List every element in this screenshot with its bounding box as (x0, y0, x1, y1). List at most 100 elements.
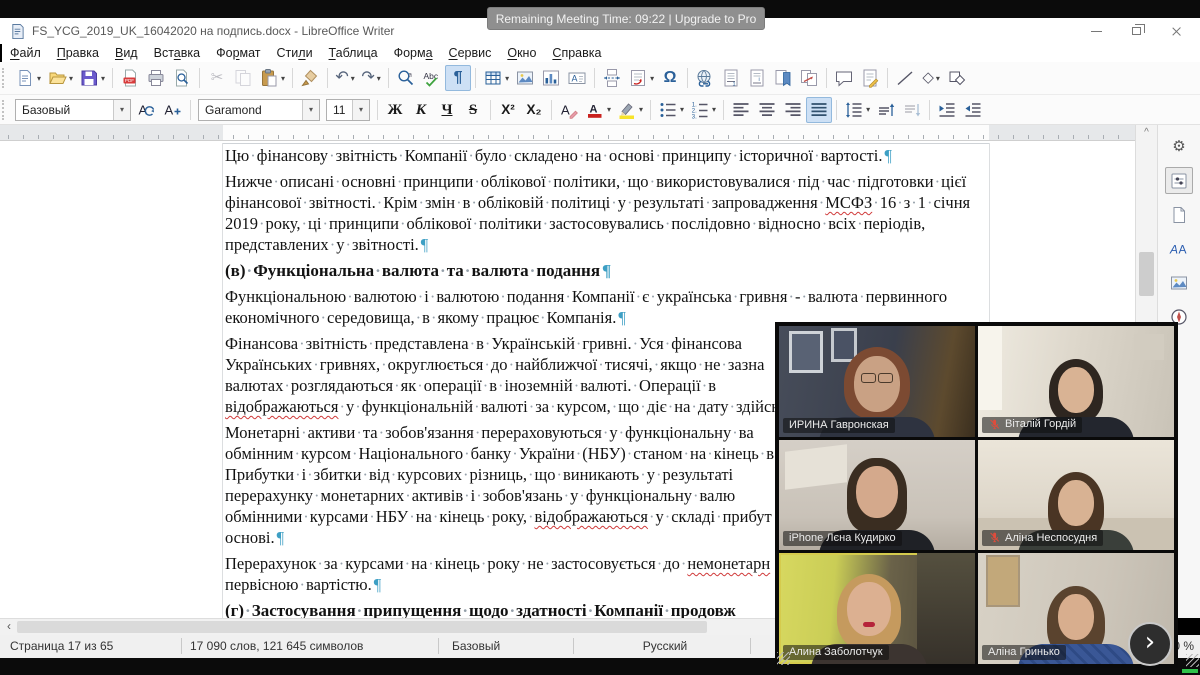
menu-Таблица[interactable]: Таблица (321, 45, 386, 61)
participant-name-tag: Аліна Гринько (982, 645, 1066, 660)
horizontal-scrollbar-thumb[interactable] (17, 621, 707, 633)
superscript-button[interactable]: X² (495, 97, 521, 123)
para-space-increase-button[interactable] (873, 97, 899, 123)
gallery-panel-button[interactable] (1165, 269, 1193, 296)
underline-button[interactable]: Ч (434, 97, 460, 123)
page-break-button[interactable] (599, 65, 625, 91)
insert-line-button[interactable] (892, 65, 918, 91)
page-panel-button[interactable] (1165, 201, 1193, 228)
cross-reference-button[interactable] (796, 65, 822, 91)
insert-line-icon (895, 68, 915, 88)
align-left-button[interactable] (728, 97, 754, 123)
insert-endnote-button[interactable]: i (744, 65, 770, 91)
line-spacing-button[interactable]: ▾ (841, 97, 873, 123)
overlay-resize-handle[interactable] (777, 652, 790, 665)
svg-text:A: A (572, 74, 578, 84)
font-size-select[interactable]: 11 ▾ (326, 99, 370, 121)
paste-button[interactable]: ▾ (256, 65, 288, 91)
bold-button[interactable]: Ж (382, 97, 408, 123)
insert-comment-icon (834, 68, 854, 88)
scroll-up-icon[interactable]: ^ (1136, 126, 1157, 139)
save-button[interactable]: ▾ (76, 65, 108, 91)
minimize-button[interactable] (1076, 18, 1116, 44)
align-right-button[interactable] (780, 97, 806, 123)
horizontal-ruler[interactable] (0, 125, 1135, 141)
participant-tile[interactable]: Віталій Гордій (978, 326, 1174, 437)
participant-tile[interactable]: ИРИНА Гавронская (779, 326, 975, 437)
redo-button[interactable]: ↷▾ (358, 65, 384, 91)
toolbar-grip[interactable] (2, 100, 9, 120)
bullet-list-button[interactable]: ▾ (655, 97, 687, 123)
strikethrough-button[interactable]: S (460, 97, 486, 123)
formatting-marks-button[interactable]: ¶ (445, 65, 471, 91)
overlay-resize-handle[interactable] (1186, 654, 1199, 667)
undo-button[interactable]: ↶▾ (332, 65, 358, 91)
export-pdf-button[interactable]: PDF (117, 65, 143, 91)
menu-Сервис[interactable]: Сервис (441, 45, 500, 61)
menu-Форма[interactable]: Форма (386, 45, 441, 61)
menu-Стили[interactable]: Стили (269, 45, 321, 61)
insert-hyperlink-button[interactable] (692, 65, 718, 91)
insert-bookmark-button[interactable] (770, 65, 796, 91)
align-center-button[interactable] (754, 97, 780, 123)
meeting-time-banner[interactable]: Remaining Meeting Time: 09:22 | Upgrade … (487, 7, 765, 30)
draw-functions-button[interactable] (944, 65, 970, 91)
insert-textbox-button[interactable]: A (564, 65, 590, 91)
indent-increase-button[interactable] (934, 97, 960, 123)
insert-table-button[interactable]: ▾ (480, 65, 512, 91)
find-replace-button[interactable]: a (393, 65, 419, 91)
menu-Вид[interactable]: Вид (107, 45, 146, 61)
participant-tile[interactable]: Алина Заболотчук (779, 553, 975, 664)
combo-dropdown-icon: ▾ (352, 100, 369, 120)
svg-text:a: a (409, 73, 413, 79)
update-style-button[interactable]: A (134, 97, 160, 123)
new-document-button[interactable]: ▾ (12, 65, 44, 91)
menu-Вставка[interactable]: Вставка (146, 45, 208, 61)
styles-panel-button[interactable]: AA (1165, 235, 1193, 262)
menu-Формат[interactable]: Формат (208, 45, 268, 61)
font-color-button[interactable]: A▾ (582, 97, 614, 123)
status-page-style[interactable]: Базовый (452, 639, 500, 653)
special-character-button[interactable]: Ω (657, 65, 683, 91)
insert-comment-button[interactable] (831, 65, 857, 91)
print-button[interactable] (143, 65, 169, 91)
scroll-left-icon[interactable]: ‹ (2, 619, 16, 635)
menu-Файл[interactable]: Файл (2, 45, 49, 61)
insert-chart-button[interactable] (538, 65, 564, 91)
properties-panel-button[interactable] (1165, 167, 1193, 194)
highlight-color-button[interactable]: ▾ (614, 97, 646, 123)
status-word-count[interactable]: 17 090 слов, 121 645 символов (190, 639, 363, 653)
numbered-list-button[interactable]: 1.2.3.▾ (687, 97, 719, 123)
open-button[interactable]: ▾ (44, 65, 76, 91)
menu-Справка[interactable]: Справка (544, 45, 609, 61)
restore-button[interactable] (1116, 18, 1156, 44)
basic-shapes-button[interactable]: ◇▾ (918, 65, 944, 91)
close-button[interactable] (1156, 18, 1196, 44)
clone-formatting-button[interactable] (297, 65, 323, 91)
insert-footnote-button[interactable]: 1 (718, 65, 744, 91)
new-style-button[interactable]: A (160, 97, 186, 123)
insert-image-button[interactable] (512, 65, 538, 91)
sidebar-settings-button[interactable]: ⚙ (1165, 133, 1193, 160)
paragraph-style-select[interactable]: Базовый ▾ (15, 99, 131, 121)
menu-Окно[interactable]: Окно (499, 45, 544, 61)
vertical-scrollbar-thumb[interactable] (1139, 252, 1154, 296)
align-justify-button[interactable] (806, 97, 832, 123)
participant-tile[interactable]: Аліна Неспосудня (978, 440, 1174, 551)
italic-button[interactable]: К (408, 97, 434, 123)
status-language[interactable]: Русский (600, 639, 730, 653)
participant-tile[interactable]: iPhone Лєна Кудирко (779, 440, 975, 551)
font-name-select[interactable]: Garamond ▾ (198, 99, 320, 121)
print-preview-button[interactable] (169, 65, 195, 91)
status-page-number[interactable]: Страница 17 из 65 (10, 639, 113, 653)
insert-field-button[interactable]: ▾ (625, 65, 657, 91)
track-changes-button[interactable] (857, 65, 883, 91)
next-participants-button[interactable]: › (1128, 622, 1172, 666)
character-dialog-button[interactable]: A (556, 97, 582, 123)
menu-Правка[interactable]: Правка (49, 45, 107, 61)
subscript-button[interactable]: X₂ (521, 97, 547, 123)
indent-decrease-button[interactable] (960, 97, 986, 123)
spelling-button[interactable]: Abc (419, 65, 445, 91)
clone-formatting-icon (300, 68, 320, 88)
toolbar-grip[interactable] (2, 68, 9, 88)
